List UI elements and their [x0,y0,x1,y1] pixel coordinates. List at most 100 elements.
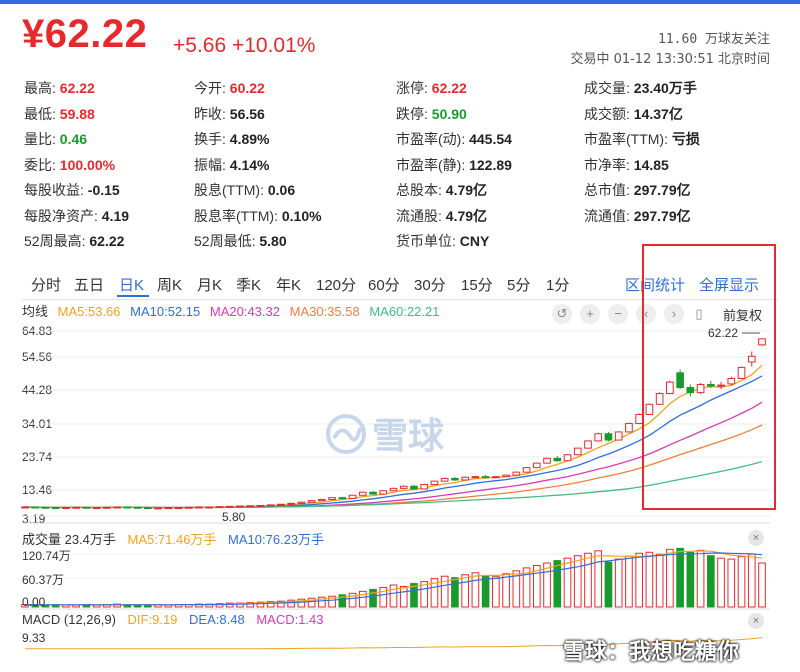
candle-body [184,506,193,509]
candle-body [236,505,244,508]
volume-bar [471,572,480,608]
candle-body [297,501,306,504]
candle-body [205,506,214,509]
candle-body [379,490,388,495]
volume-bar [676,547,684,608]
macd-dea: DEA:8.48 [189,612,245,627]
volume-bar [584,552,592,608]
candle-body [82,506,91,509]
candle-body [215,506,224,509]
volume-bar [614,558,623,608]
candle-body [174,507,183,510]
candle-body [389,487,398,492]
volume-bar [655,553,664,608]
volume-bar [737,556,746,608]
candle-body [62,507,70,510]
candle-body [471,476,480,479]
candle-body [614,431,623,441]
macd-legend: MACD (12,26,9) DIF:9.19 DEA:8.48 MACD:1.… [22,612,332,627]
chart-logo-watermark: 雪球 [326,414,445,457]
candle-body [625,423,633,433]
candle-body [123,506,132,509]
close-macd-icon[interactable]: × [748,613,764,629]
candle-body [604,433,613,441]
volume-bar [389,584,398,608]
candle-body [31,506,40,509]
footer-watermark: 雪球：我想吃糖你 [563,639,740,664]
candle-body [277,503,285,506]
candle-body [492,476,500,479]
candle-body [72,506,81,509]
candle-body [154,507,162,510]
volume-bar [502,573,510,608]
candle-body [573,447,582,456]
candle-body [430,480,439,485]
close-volume-icon[interactable]: × [748,530,764,546]
volume-bar [573,555,582,608]
candle-body [318,498,326,502]
volume-bar [635,552,643,608]
candle-body [481,476,490,479]
candle-body [164,507,173,510]
volume-bar [747,553,756,608]
volume-bar [399,585,408,608]
candle-body [584,440,592,449]
candle-body [461,476,469,481]
volume-axis-tick: 60.37万 [22,573,65,587]
volume-bar [594,550,603,608]
candle-body [543,457,551,464]
candle-body [225,505,234,508]
volume-bar [696,549,705,608]
xueqiu-logo-wave [332,427,362,442]
annotation-highlight-box [642,244,776,510]
volume-bar [543,562,551,608]
candle-body [348,494,357,500]
volume-bar [481,575,490,608]
volume-bar [625,555,633,608]
volume-bar [451,577,459,608]
candle-body [420,483,429,490]
volume-bar [717,557,725,608]
logo-watermark-text: 雪球 [372,416,445,457]
candle-body [195,506,203,509]
candle-body [369,491,377,495]
candle-body [440,477,449,482]
volume-bar [492,576,500,608]
candle-body [266,504,275,507]
candle-body [144,507,152,510]
candle-body [338,497,347,500]
candle-body [246,505,255,508]
volume-bar [758,562,766,608]
candle-body [256,504,265,507]
candle-body [512,471,521,476]
volume-axis-tick: 0.00 [22,595,46,609]
candle-body [103,506,111,509]
candle-body [92,507,101,510]
volume-legend: 成交量 23.4万手 MA5:71.46万手 MA10:76.23万手 [22,529,332,548]
volume-axis-tick: 120.74万 [22,549,71,563]
macd-title: MACD (12,26,9) [22,612,116,627]
volume-bar [604,561,613,608]
volume-bar [563,557,572,608]
low-marker-label: 5.80 [222,510,246,524]
macd-value: MACD:1.43 [256,612,324,627]
volume-title: 成交量 23.4万手 [22,532,116,547]
candle-body [307,500,316,503]
candle-body [358,491,367,496]
candle-body [594,433,603,442]
candle-body [113,506,121,509]
macd-axis-tick: 9.33 [22,631,46,645]
candle-body [502,474,510,478]
candle-body [532,462,541,469]
candle-body [133,506,142,509]
volume-ma5: MA5:71.46万手 [127,532,217,547]
volume-bar [645,551,654,608]
volume-bar [727,558,736,608]
volume-bar [686,551,695,608]
candle-body [21,506,29,509]
candle-body [522,467,531,473]
candle-body [410,485,418,490]
volume-ma10: MA10:76.23万手 [228,532,325,547]
macd-dif: DIF:9.19 [127,612,178,627]
volume-bar [461,574,469,608]
